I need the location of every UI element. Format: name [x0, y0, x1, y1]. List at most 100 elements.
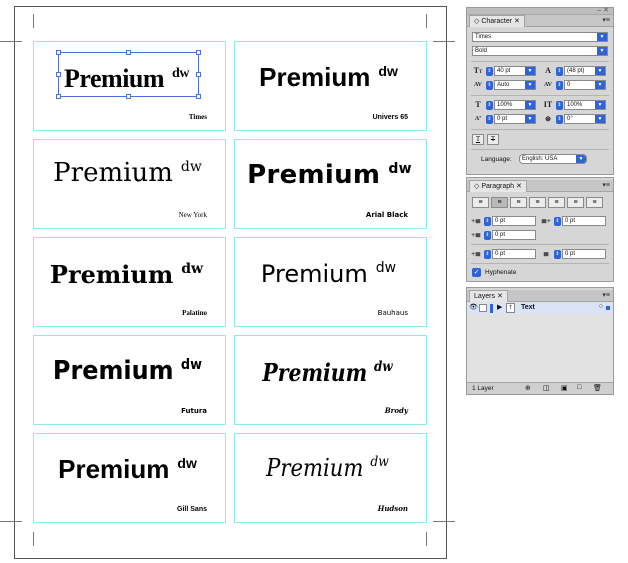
align-left-button[interactable]: ≡ [472, 197, 489, 208]
vertical-scale-stepper[interactable]: ⇕ [486, 101, 493, 110]
sample-text: Premium dw [262, 358, 393, 387]
panel-menu-icon[interactable]: ▾≡ [602, 181, 610, 189]
horizontal-scale-field[interactable]: 100% ▼ [564, 100, 606, 110]
language-label: Language: [481, 156, 512, 163]
font-style-select[interactable]: Bold ▼ [472, 46, 608, 56]
language-select[interactable]: English: USA ▼ [519, 154, 587, 164]
justify-all-button[interactable]: ≡ [586, 197, 603, 208]
space-before-icon: +≣ [471, 250, 481, 258]
chevron-down-icon: ▼ [597, 33, 607, 41]
panel-menu-icon[interactable]: ▾≡ [602, 16, 610, 24]
chevron-down-icon: ▼ [595, 81, 605, 89]
make-clipping-mask-icon[interactable]: ◫ [543, 384, 550, 392]
type-sample-card[interactable]: Premium dw Bauhaus [234, 237, 427, 327]
font-label: Times [188, 113, 207, 121]
strikethrough-button[interactable]: T [487, 134, 499, 145]
tab-layers[interactable]: Layers ✕ [469, 290, 508, 302]
font-size-stepper[interactable]: ⇕ [486, 67, 493, 76]
first-line-indent-field[interactable]: 0 pt [492, 230, 536, 240]
new-sublayer-icon[interactable]: ▣ [561, 384, 568, 392]
align-center-button[interactable]: ≡ [491, 197, 508, 208]
resize-handle[interactable] [56, 94, 61, 99]
sample-text: Premium dw [260, 260, 397, 288]
chevron-down-icon: ▼ [525, 115, 535, 123]
leading-field[interactable]: (48 pt) ▼ [564, 66, 606, 76]
divider [471, 244, 609, 245]
panel-menu-icon[interactable]: ▾≡ [602, 291, 610, 299]
right-indent-stepper[interactable]: ⇕ [554, 217, 561, 226]
justify-right-button[interactable]: ≡ [567, 197, 584, 208]
leading-icon: A [545, 66, 551, 75]
resize-handle[interactable] [196, 94, 201, 99]
tracking-stepper[interactable]: ⇕ [556, 81, 563, 90]
hyphenate-checkbox[interactable]: ✓ [472, 268, 481, 277]
right-indent-field[interactable]: 0 pt [562, 216, 606, 226]
crop-mark [33, 532, 34, 546]
baseline-shift-field[interactable]: 0 pt ▼ [494, 114, 536, 124]
layer-name[interactable]: Text [521, 304, 535, 311]
justify-left-button[interactable]: ≡ [529, 197, 546, 208]
type-sample-card[interactable]: Premium dw Univers 65 [234, 41, 427, 131]
left-indent-field[interactable]: 0 pt [492, 216, 536, 226]
type-sample-card[interactable]: Premium dw New York [33, 139, 226, 229]
target-icon[interactable]: ○ [599, 303, 603, 310]
font-size-field[interactable]: 40 pt ▼ [494, 66, 536, 76]
type-sample-card[interactable]: Premium dw Gill Sans [33, 433, 226, 523]
left-indent-stepper[interactable]: ⇕ [484, 217, 491, 226]
panel-title-bar[interactable]: – ✕ [467, 6, 613, 15]
font-label: New York [178, 211, 207, 219]
kerning-icon: AV [474, 82, 482, 88]
align-right-button[interactable]: ≡ [510, 197, 527, 208]
resize-handle[interactable] [126, 94, 131, 99]
layers-footer: 1 Layer ⊕ ◫ ▣ □ 🗑 [467, 382, 613, 394]
locate-object-icon[interactable]: ⊕ [525, 384, 531, 392]
type-sample-card[interactable]: Premium dw Palatino [33, 237, 226, 327]
chevron-down-icon: ▼ [525, 101, 535, 109]
selection-square-icon[interactable] [606, 306, 610, 310]
tab-paragraph[interactable]: ◇ Paragraph ✕ [469, 180, 527, 192]
close-icon[interactable]: – ✕ [597, 6, 609, 14]
layer-row[interactable]: 👁 ▶ T Text ○ [467, 303, 613, 314]
first-line-indent-stepper[interactable]: ⇕ [484, 231, 491, 240]
trash-icon[interactable]: 🗑 [593, 384, 602, 392]
resize-handle[interactable] [56, 50, 61, 55]
font-family-select[interactable]: Times ▼ [472, 32, 608, 42]
skew-stepper[interactable]: ⇕ [556, 115, 563, 124]
resize-handle[interactable] [126, 50, 131, 55]
kerning-stepper[interactable]: ⇕ [486, 81, 493, 90]
vertical-scale-field[interactable]: 100% ▼ [494, 100, 536, 110]
chevron-down-icon: ▼ [576, 155, 586, 163]
space-after-stepper[interactable]: ⇕ [554, 250, 561, 259]
type-sample-card[interactable]: Premium dw Arial Black [234, 139, 427, 229]
leading-stepper[interactable]: ⇕ [556, 67, 563, 76]
baseline-shift-stepper[interactable]: ⇕ [486, 115, 493, 124]
type-sample-card[interactable]: Premium dw Brody [234, 335, 427, 425]
font-label: Futura [181, 407, 207, 415]
resize-handle[interactable] [56, 72, 61, 77]
underline-button[interactable]: T [472, 134, 484, 145]
type-sample-card[interactable]: Premium dw Futura [33, 335, 226, 425]
lock-toggle[interactable] [479, 304, 487, 312]
sample-text: Premium dw [49, 260, 204, 289]
panel-tab-bar: ◇ Paragraph ✕ ▾≡ [467, 180, 613, 192]
kerning-field[interactable]: Auto ▼ [494, 80, 536, 90]
resize-handle[interactable] [196, 50, 201, 55]
disclosure-triangle-icon[interactable]: ▶ [497, 303, 502, 311]
horizontal-scale-stepper[interactable]: ⇕ [556, 101, 563, 110]
new-layer-icon[interactable]: □ [577, 384, 581, 391]
eye-icon[interactable]: 👁 [469, 303, 478, 311]
justify-center-button[interactable]: ≡ [548, 197, 565, 208]
sample-text: Premium dw [58, 454, 197, 484]
skew-field[interactable]: 0° ▼ [564, 114, 606, 124]
type-sample-card[interactable]: Premium dw Hudson [234, 433, 427, 523]
chevron-down-icon: ▼ [525, 67, 535, 75]
font-label: Univers 65 [372, 114, 408, 121]
resize-handle[interactable] [196, 72, 201, 77]
tab-character[interactable]: ◇ Character ✕ [469, 15, 525, 27]
space-before-stepper[interactable]: ⇕ [484, 250, 491, 259]
divider [471, 61, 609, 62]
tracking-field[interactable]: 0 ▼ [564, 80, 606, 90]
selection-bounding-box[interactable] [58, 52, 199, 97]
space-before-field[interactable]: 0 pt [492, 249, 536, 259]
space-after-field[interactable]: 0 pt [562, 249, 606, 259]
